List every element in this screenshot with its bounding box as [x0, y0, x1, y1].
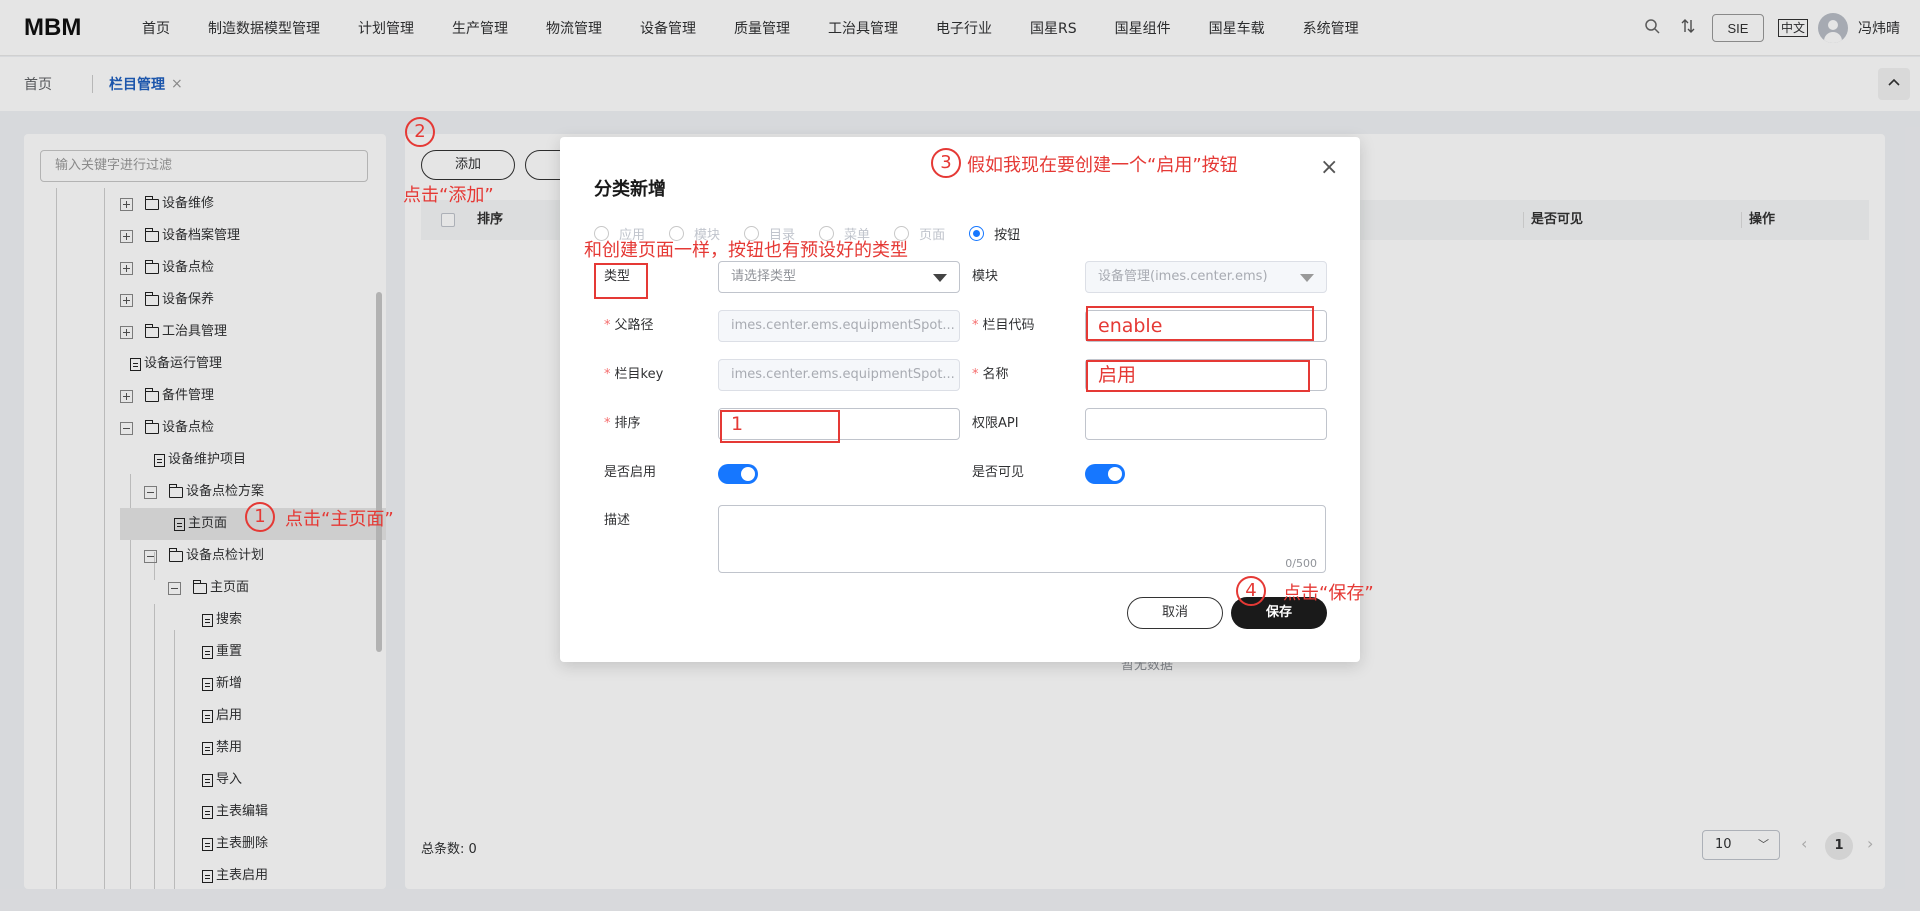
annotation-highlight-box: [720, 410, 840, 443]
annotation-step-number: 1: [245, 502, 275, 532]
parent-path-label: * 父路径: [604, 318, 654, 333]
module-select[interactable]: 设备管理(imes.center.ems): [1085, 261, 1327, 293]
enabled-label: 是否启用: [604, 465, 657, 480]
name-label: * 名称: [972, 367, 1009, 382]
annotation-text: 和创建页面一样，按钮也有预设好的类型: [584, 240, 908, 261]
key-label: * 栏目key: [604, 367, 664, 382]
annotation-text: 点击“保存”: [1283, 583, 1374, 604]
dialog-title: 分类新增: [594, 179, 666, 200]
enabled-switch[interactable]: [718, 464, 758, 484]
annotation-text: 点击“添加”: [403, 185, 494, 206]
char-counter: 0/500: [1285, 557, 1317, 570]
sort-label: * 排序: [604, 416, 641, 431]
radio-button[interactable]: 按钮: [969, 224, 1020, 243]
annotation-text: 点击“主页面”: [285, 509, 394, 530]
parent-path-input[interactable]: imes.center.ems.equipmentSpot...: [718, 310, 960, 342]
description-label: 描述: [604, 513, 631, 528]
annotation-step-number: 4: [1236, 576, 1266, 606]
cancel-button[interactable]: 取消: [1127, 597, 1223, 629]
annotation-highlight-box: [594, 263, 648, 299]
module-label: 模块: [972, 269, 999, 284]
type-select[interactable]: 请选择类型: [718, 261, 960, 293]
close-icon[interactable]: ×: [1320, 155, 1338, 180]
key-input[interactable]: imes.center.ems.equipmentSpot...: [718, 359, 960, 391]
annotation-text: 假如我现在要创建一个“启用”按钮: [967, 155, 1238, 176]
annotation-highlight-box: [1086, 360, 1310, 392]
caret-down-icon: [1300, 274, 1314, 282]
annotation-highlight-box: [1086, 306, 1314, 341]
annotation-step-number: 2: [405, 117, 435, 147]
annotation-step-number: 3: [931, 148, 961, 178]
visible-switch[interactable]: [1085, 464, 1125, 484]
api-label: 权限API: [972, 416, 1019, 431]
visible-label: 是否可见: [972, 465, 1025, 480]
caret-down-icon: [933, 274, 947, 282]
description-textarea[interactable]: 0/500: [718, 505, 1326, 573]
api-input[interactable]: [1085, 408, 1327, 440]
code-label: * 栏目代码: [972, 318, 1035, 333]
